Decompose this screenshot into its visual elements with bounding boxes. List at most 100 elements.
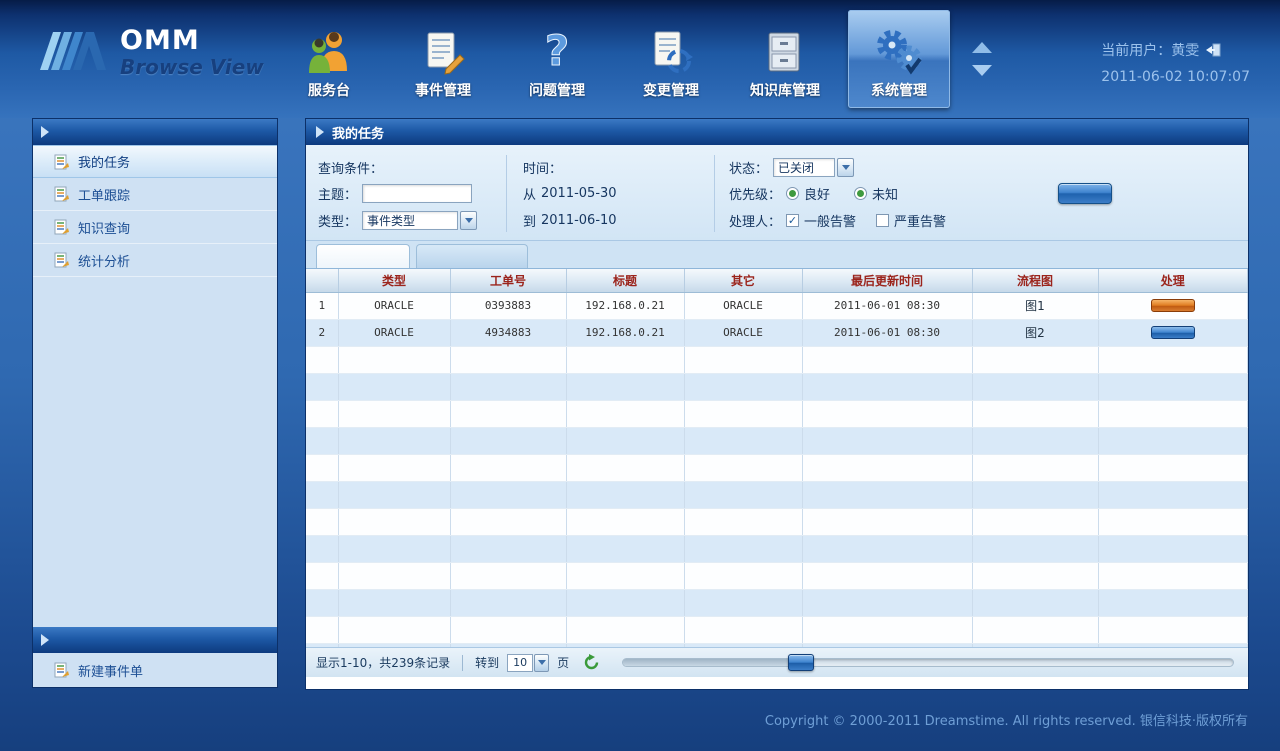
page-size-select[interactable]: 10 xyxy=(507,654,549,672)
date-to-value[interactable]: 2011-06-10 xyxy=(541,213,617,228)
priority-option-label: 未知 xyxy=(872,184,898,203)
question-mark-icon: ? xyxy=(535,21,579,75)
scrollbar-handle[interactable] xyxy=(788,654,814,671)
col-order-no[interactable]: 工单号 xyxy=(450,269,566,292)
handler-option-label: 严重告警 xyxy=(894,211,946,230)
gears-icon xyxy=(874,21,924,75)
chevron-down-icon xyxy=(538,660,546,665)
scrollbar-fill xyxy=(623,659,794,666)
nav-item-system-mgmt[interactable]: 系统管理 xyxy=(848,10,950,108)
nav-scroll-up-icon[interactable] xyxy=(972,42,992,53)
cell-action xyxy=(1098,292,1248,319)
table-row-empty xyxy=(306,454,1248,481)
result-tabs xyxy=(306,241,1248,269)
status-select-dropdown-button[interactable] xyxy=(837,158,854,177)
sidebar-item-new-incident[interactable]: 新建事件单 xyxy=(33,653,277,687)
content-bottom-pad xyxy=(306,677,1248,689)
svg-text:?: ? xyxy=(545,27,569,75)
status-select[interactable]: 已关闭 xyxy=(773,158,854,177)
sidebar-item-label: 知识查询 xyxy=(78,218,130,237)
priority-unknown-radio[interactable] xyxy=(854,187,867,200)
service-desk-people-icon xyxy=(305,21,353,75)
col-flow[interactable]: 流程图 xyxy=(972,269,1098,292)
nav-label: 服务台 xyxy=(308,80,350,100)
priority-option-label: 良好 xyxy=(804,184,830,203)
nav-label: 系统管理 xyxy=(871,80,927,100)
subject-input[interactable] xyxy=(362,184,472,203)
sidebar-item-statistics[interactable]: 统计分析 xyxy=(33,244,277,277)
subject-label: 主题： xyxy=(318,184,357,203)
flow-diagram-link[interactable]: 图1 xyxy=(972,292,1098,319)
nav-item-problem-mgmt[interactable]: ? 问题管理 xyxy=(506,10,608,108)
task-table: 类型 工单号 标题 其它 最后更新时间 流程图 处理 1 ORACLE 0393… xyxy=(306,269,1248,647)
incident-document-icon xyxy=(420,21,466,75)
col-action[interactable]: 处理 xyxy=(1098,269,1248,292)
process-button[interactable] xyxy=(1151,299,1195,312)
tab-first[interactable] xyxy=(316,244,410,268)
cell-other: ORACLE xyxy=(684,319,802,346)
date-from-label: 从 xyxy=(523,184,536,203)
table-header-row: 类型 工单号 标题 其它 最后更新时间 流程图 处理 xyxy=(306,269,1248,292)
content-title-bar: 我的任务 xyxy=(306,119,1248,145)
table-row[interactable]: 1 ORACLE 0393883 192.168.0.21 ORACLE 201… xyxy=(306,292,1248,319)
date-to-label: 到 xyxy=(523,211,536,230)
tab-second[interactable] xyxy=(416,244,528,268)
main-content: 我的任务 查询条件： 主题： 类型： 事件类型 时间： 从 2011-05-30 xyxy=(305,118,1249,690)
app-logo: OMM Browse View xyxy=(38,26,264,79)
table-row-empty xyxy=(306,373,1248,400)
priority-good-radio[interactable] xyxy=(786,187,799,200)
sidebar-item-my-tasks[interactable]: 我的任务 xyxy=(33,145,277,178)
cell-updated: 2011-06-01 08:30 xyxy=(802,319,972,346)
nav-item-knowledge-mgmt[interactable]: 知识库管理 xyxy=(734,10,836,108)
cell-title: 192.168.0.21 xyxy=(566,292,684,319)
general-alarm-checkbox[interactable]: ✓ xyxy=(786,214,799,227)
cell-type: ORACLE xyxy=(338,292,450,319)
task-table-wrap: 类型 工单号 标题 其它 最后更新时间 流程图 处理 1 ORACLE 0393… xyxy=(306,269,1248,647)
severe-alarm-checkbox[interactable] xyxy=(876,214,889,227)
cell-order-no: 4934883 xyxy=(450,319,566,346)
table-row-empty xyxy=(306,562,1248,589)
current-datetime: 2011-06-02 10:07:07 xyxy=(1101,69,1250,85)
table-row-empty xyxy=(306,616,1248,643)
col-type[interactable]: 类型 xyxy=(338,269,450,292)
footer-copyright: Copyright © 2000-2011 Dreamstime. All ri… xyxy=(765,710,1248,729)
table-row[interactable]: 2 ORACLE 4934883 192.168.0.21 ORACLE 201… xyxy=(306,319,1248,346)
sidebar-item-label: 工单跟踪 xyxy=(78,185,130,204)
nav-item-incident-mgmt[interactable]: 事件管理 xyxy=(392,10,494,108)
nav-scroll-down-icon[interactable] xyxy=(972,65,992,76)
document-edit-icon xyxy=(53,154,69,170)
nav-item-service-desk[interactable]: 服务台 xyxy=(278,10,380,108)
search-button[interactable] xyxy=(1058,183,1112,204)
col-title[interactable]: 标题 xyxy=(566,269,684,292)
current-user-label: 当前用户：黄雯 xyxy=(1101,40,1199,60)
logo-title: OMM xyxy=(120,26,264,56)
page-size-dropdown-button[interactable] xyxy=(534,654,549,672)
cabinet-icon xyxy=(763,21,807,75)
collapse-arrow-icon[interactable] xyxy=(41,126,49,138)
sidebar-item-knowledge-query[interactable]: 知识查询 xyxy=(33,211,277,244)
status-select-value: 已关闭 xyxy=(773,158,835,177)
refresh-icon[interactable] xyxy=(583,654,600,671)
status-label: 状态： xyxy=(729,158,768,177)
sidebar-item-label: 新建事件单 xyxy=(78,661,143,680)
section-arrow-icon xyxy=(316,126,324,138)
date-from-value[interactable]: 2011-05-30 xyxy=(541,186,617,201)
col-updated[interactable]: 最后更新时间 xyxy=(802,269,972,292)
nav-item-change-mgmt[interactable]: 变更管理 xyxy=(620,10,722,108)
logo-subtitle: Browse View xyxy=(120,55,264,79)
col-other[interactable]: 其它 xyxy=(684,269,802,292)
table-row-empty xyxy=(306,535,1248,562)
collapse-arrow-icon[interactable] xyxy=(41,634,49,646)
logout-icon[interactable] xyxy=(1206,43,1221,57)
logo-mark-icon xyxy=(38,26,110,72)
table-row-empty xyxy=(306,400,1248,427)
process-button[interactable] xyxy=(1151,326,1195,339)
flow-diagram-link[interactable]: 图2 xyxy=(972,319,1098,346)
document-edit-icon xyxy=(53,662,69,678)
page-title: 我的任务 xyxy=(332,123,384,142)
table-row-empty xyxy=(306,481,1248,508)
horizontal-scrollbar[interactable] xyxy=(622,658,1234,667)
type-select[interactable]: 事件类型 xyxy=(362,211,477,230)
type-select-dropdown-button[interactable] xyxy=(460,211,477,230)
sidebar-item-ticket-tracking[interactable]: 工单跟踪 xyxy=(33,178,277,211)
